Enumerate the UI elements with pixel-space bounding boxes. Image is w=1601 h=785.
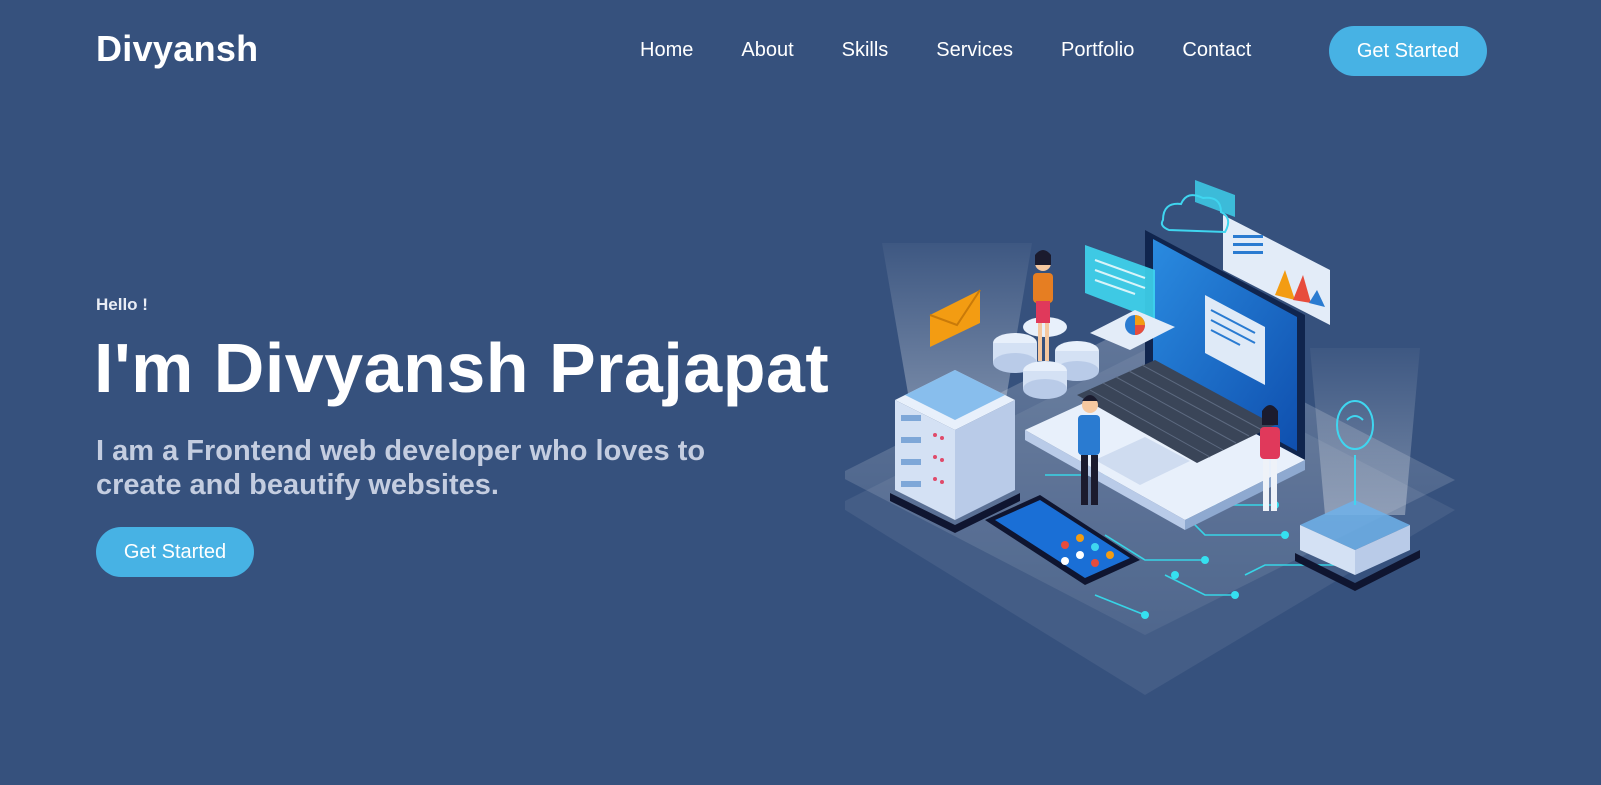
nav-contact[interactable]: Contact	[1182, 38, 1251, 62]
nav-portfolio[interactable]: Portfolio	[1061, 38, 1134, 62]
hero-get-started-button[interactable]: Get Started	[96, 527, 254, 577]
nav-services[interactable]: Services	[936, 38, 1013, 62]
hero-subtitle: I am a Frontend web developer who loves …	[96, 435, 706, 501]
main-nav: Home About Skills Services Portfolio Con…	[640, 38, 1251, 62]
header-get-started-button[interactable]: Get Started	[1329, 26, 1487, 76]
hero-greeting: Hello !	[96, 295, 148, 314]
hero-title: I'm Divyansh Prajapat	[94, 329, 830, 407]
nav-home[interactable]: Home	[640, 38, 693, 62]
nav-about[interactable]: About	[741, 38, 793, 62]
nav-skills[interactable]: Skills	[842, 38, 889, 62]
site-header: Divyansh Home About Skills Services Port…	[0, 0, 1584, 100]
page: Divyansh Home About Skills Services Port…	[0, 0, 1584, 785]
hero-illustration-icon	[845, 180, 1455, 695]
logo[interactable]: Divyansh	[96, 28, 258, 70]
